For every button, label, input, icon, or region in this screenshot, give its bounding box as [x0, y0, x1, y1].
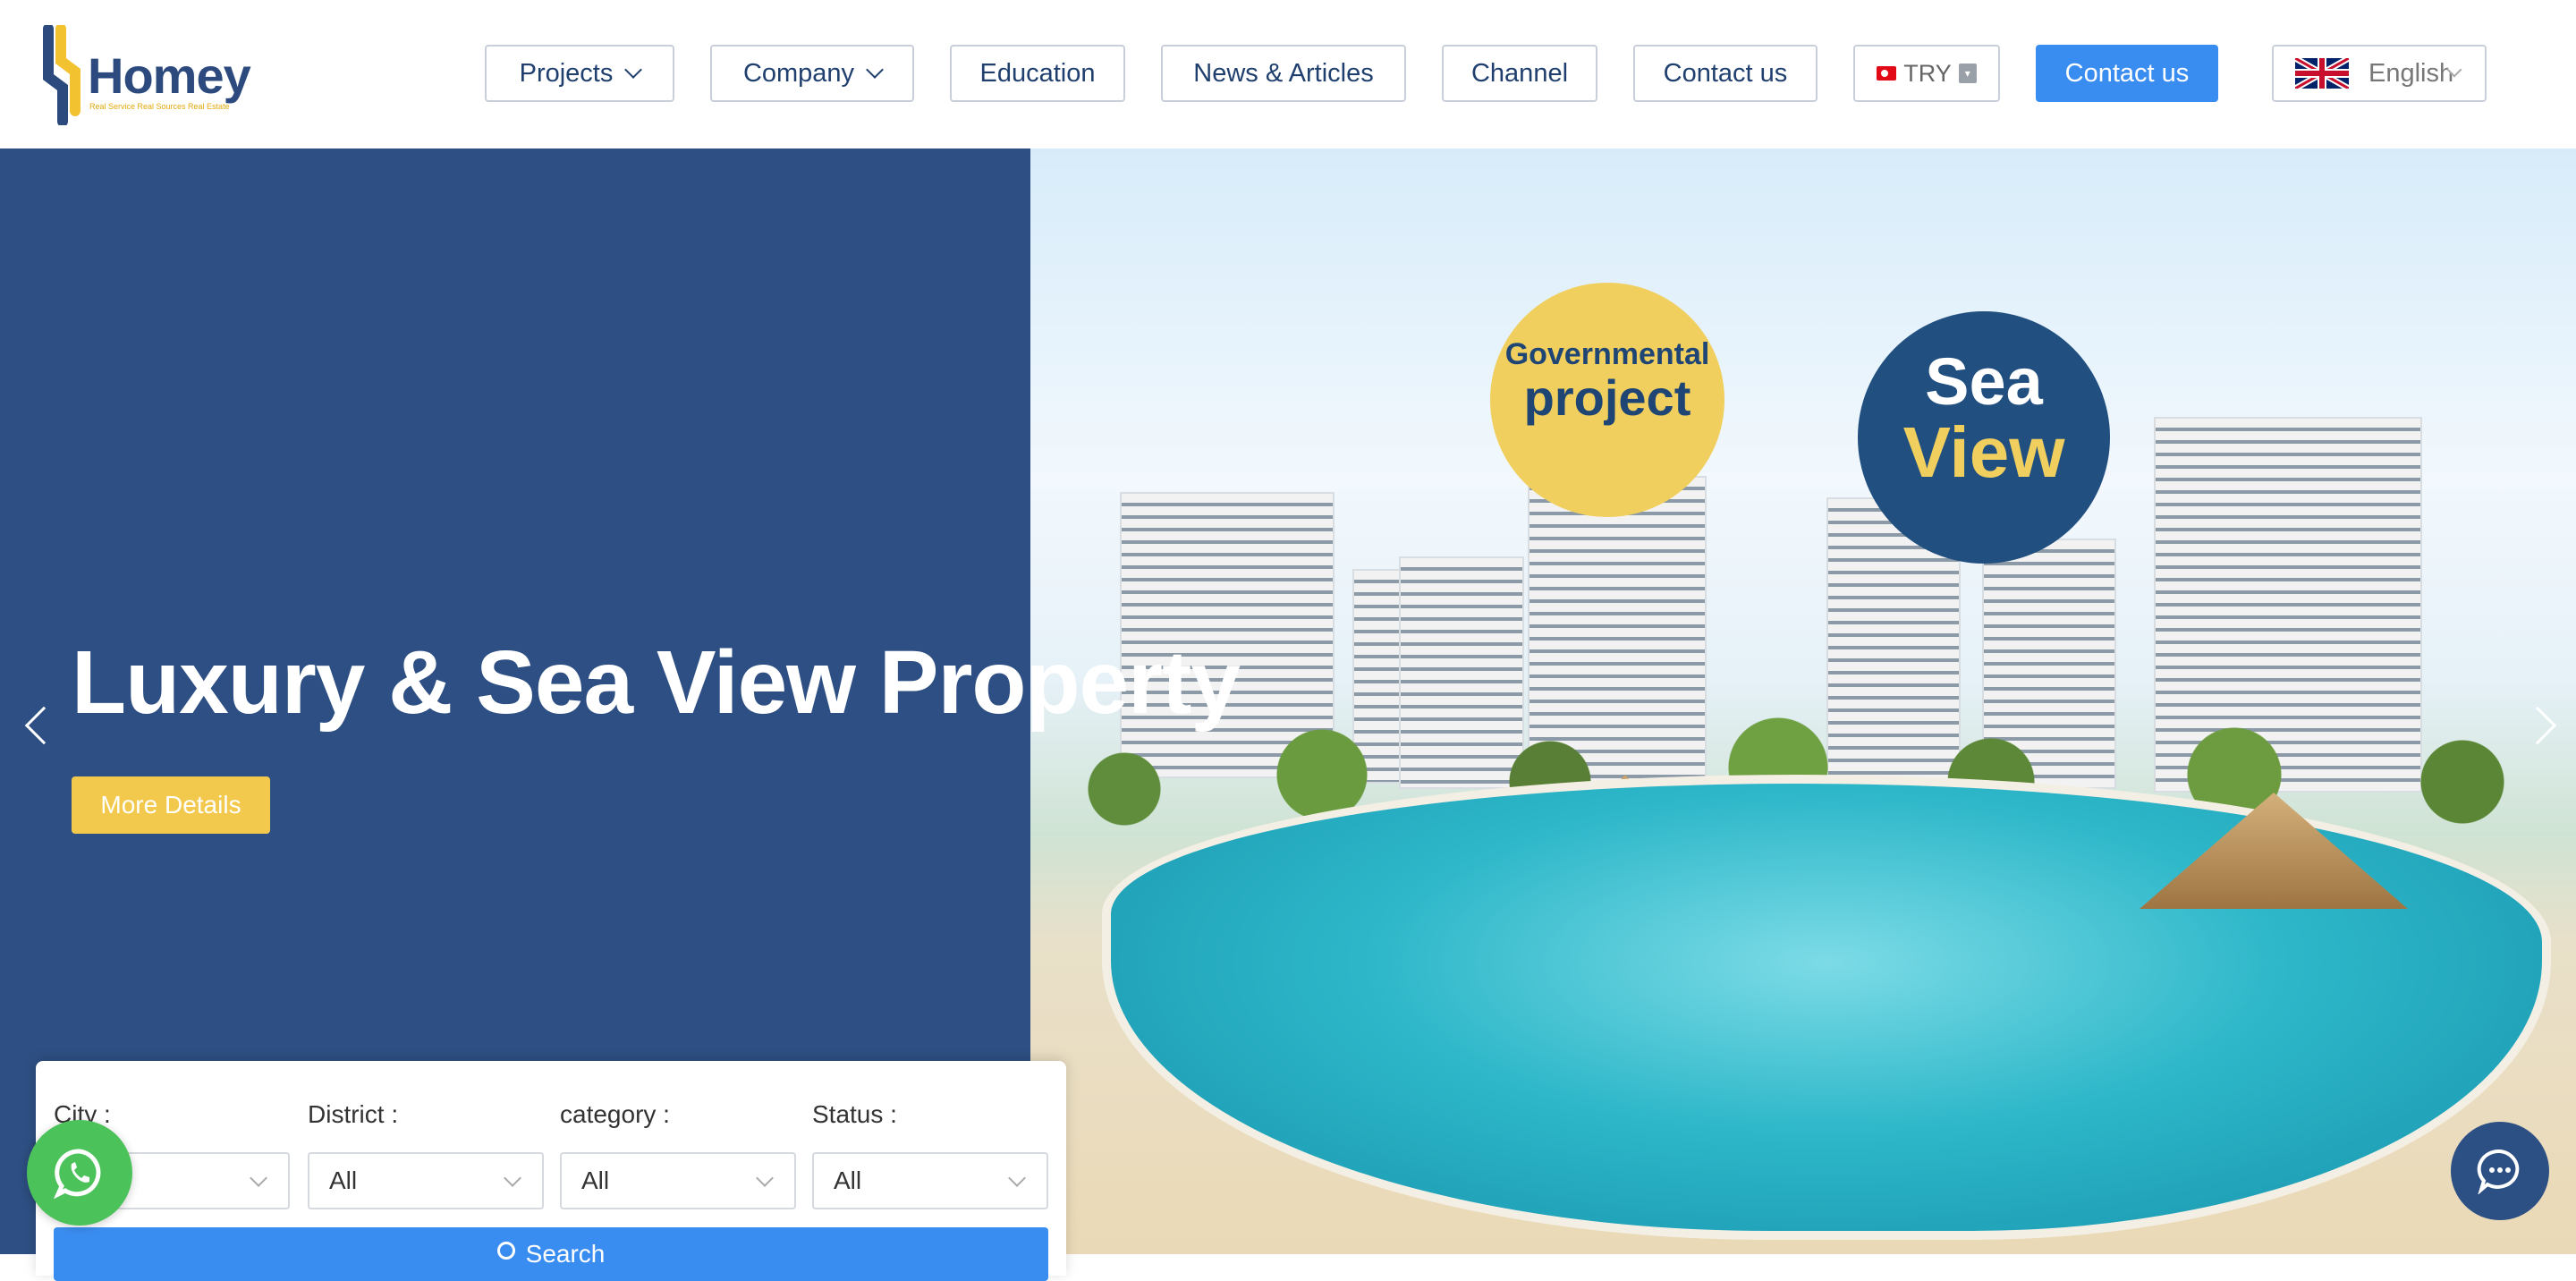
hero-title: Luxury & Sea View Property [72, 632, 1241, 733]
category-field: category : All [560, 1100, 796, 1209]
contact-us-cta-button[interactable]: Contact us [2036, 45, 2218, 102]
district-field: District : All [308, 1100, 544, 1209]
nav-news-articles[interactable]: News & Articles [1161, 45, 1406, 102]
chevron-down-icon [624, 61, 643, 79]
nav-company-label: Company [742, 58, 855, 88]
uk-flag-icon [2295, 58, 2349, 89]
nav-education-label: Education [979, 58, 1096, 88]
lagoon-water [1102, 775, 2551, 1240]
property-search-panel: City : District : All category : All Sta… [36, 1061, 1066, 1281]
chevron-down-icon [756, 1169, 774, 1187]
search-button-label: Search [525, 1240, 606, 1268]
category-label: category : [560, 1100, 670, 1128]
logo-mark-icon [43, 25, 80, 125]
nav-channel-label: Channel [1470, 58, 1569, 88]
currency-selector[interactable]: TRY ▾ [1853, 45, 2000, 102]
nav-contact-label: Contact us [1663, 58, 1788, 88]
badge-sea-line2: View [1902, 412, 2065, 492]
chat-bubble-icon [2477, 1149, 2520, 1194]
nav-education[interactable]: Education [950, 45, 1125, 102]
badge-gov-line1: Governmental [1504, 337, 1710, 371]
nav-channel[interactable]: Channel [1442, 45, 1597, 102]
chevron-down-icon [504, 1169, 521, 1187]
logo-wordmark: Homey [88, 47, 251, 104]
language-selector[interactable]: English [2272, 45, 2487, 102]
district-select[interactable]: All [308, 1152, 544, 1209]
status-value: All [834, 1166, 862, 1194]
status-field: Status : All [812, 1100, 1048, 1209]
currency-label: TRY [1903, 59, 1952, 87]
turkey-flag-icon [1877, 66, 1897, 81]
category-select[interactable]: All [560, 1152, 796, 1209]
sea-view-badge: Sea View [1858, 311, 2110, 564]
chevron-down-icon [250, 1169, 267, 1187]
badge-gov-line2: project [1523, 369, 1691, 426]
language-label: English [2368, 58, 2454, 88]
nav-company[interactable]: Company [710, 45, 914, 102]
search-button[interactable]: Search [54, 1227, 1048, 1281]
chevron-down-icon [1008, 1169, 1026, 1187]
nav-projects[interactable]: Projects [485, 45, 674, 102]
category-value: All [581, 1166, 610, 1194]
badge-sea-line1: Sea [1925, 344, 2043, 419]
district-label: District : [308, 1100, 399, 1128]
district-value: All [329, 1166, 358, 1194]
homey-logo[interactable]: Homey Real Service Real Sources Real Est… [41, 25, 265, 125]
hero-image: Governmental project Sea View [1030, 148, 2576, 1254]
whatsapp-icon [53, 1149, 101, 1200]
nav-contact-us[interactable]: Contact us [1633, 45, 1818, 102]
nav-projects-label: Projects [519, 58, 614, 88]
logo-tagline: Real Service Real Sources Real Estate [89, 102, 230, 111]
status-select[interactable]: All [812, 1152, 1048, 1209]
site-header: Homey Real Service Real Sources Real Est… [0, 0, 2576, 148]
more-details-button[interactable]: More Details [72, 776, 270, 834]
nav-news-label: News & Articles [1193, 58, 1374, 88]
status-label: Status : [812, 1100, 897, 1128]
currency-arrow-icon: ▾ [1958, 64, 1977, 83]
governmental-project-badge: Governmental project [1490, 283, 1724, 517]
search-icon [496, 1242, 515, 1260]
whatsapp-button[interactable] [27, 1120, 132, 1226]
chat-button[interactable] [2451, 1122, 2549, 1220]
chevron-down-icon [866, 61, 884, 79]
